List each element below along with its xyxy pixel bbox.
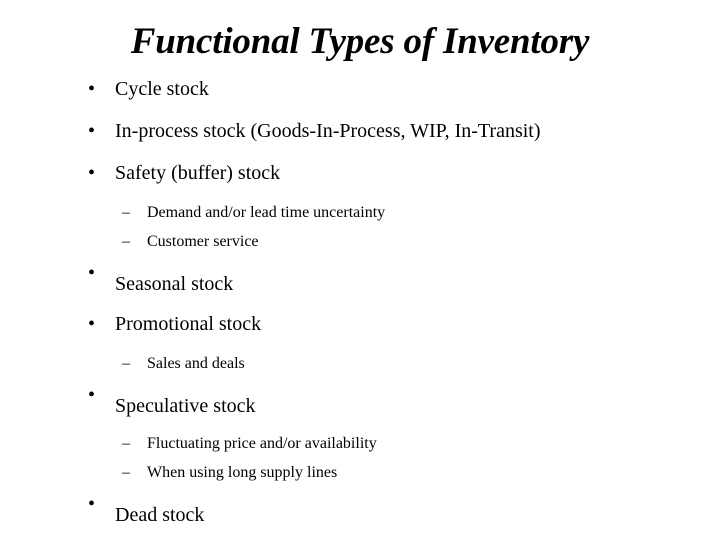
bullet-text: Promotional stock <box>115 313 262 335</box>
bullet-text: In-process stock (Goods-In-Process, WIP,… <box>115 120 541 142</box>
bullet-item-promotional-stock: • Promotional stock <box>0 313 720 355</box>
bullet-dash-icon: – <box>122 435 130 452</box>
sub-bullet-item-fluctuating-price: – Fluctuating price and/or availability <box>0 435 720 464</box>
bullet-dash-icon: – <box>122 355 130 372</box>
sub-bullet-item-demand-lead-time: – Demand and/or lead time uncertainty <box>0 204 720 233</box>
sub-bullet-text: Demand and/or lead time uncertainty <box>147 204 386 221</box>
slide-title: Functional Types of Inventory <box>130 21 590 62</box>
bullet-dot-icon: • <box>88 78 96 100</box>
bullet-text: Cycle stock <box>115 78 209 100</box>
bullet-item-safety-stock: • Safety (buffer) stock <box>0 162 720 204</box>
bullet-text: Dead stock <box>115 504 205 526</box>
sub-bullet-text: Customer service <box>147 233 259 250</box>
sub-bullet-item-customer-service: – Customer service <box>0 233 720 262</box>
bullet-dot-icon: • <box>88 262 96 284</box>
bullet-dot-icon: • <box>88 313 96 335</box>
bullet-item-dead-stock: • Dead stock <box>0 493 720 544</box>
sub-bullet-text: When using long supply lines <box>147 464 338 481</box>
bullet-dash-icon: – <box>122 233 130 250</box>
sub-bullet-text: Sales and deals <box>147 355 245 372</box>
bullet-item-speculative-stock: • Speculative stock <box>0 384 720 435</box>
sub-bullet-item-sales-and-deals: – Sales and deals <box>0 355 720 384</box>
bullet-dot-icon: • <box>88 162 96 184</box>
bullet-text: Speculative stock <box>115 395 256 417</box>
bullet-text: Seasonal stock <box>115 273 234 295</box>
bullet-dash-icon: – <box>122 464 130 481</box>
bullet-item-seasonal-stock: • Seasonal stock <box>0 262 720 313</box>
bullet-text: Safety (buffer) stock <box>115 162 281 184</box>
bullet-dash-icon: – <box>122 204 130 221</box>
sub-bullet-text: Fluctuating price and/or availability <box>147 435 377 452</box>
sub-bullet-item-long-supply-lines: – When using long supply lines <box>0 464 720 493</box>
bullet-list: • Cycle stock • In-process stock (Goods-… <box>0 78 720 544</box>
bullet-item-cycle-stock: • Cycle stock <box>0 78 720 120</box>
bullet-item-in-process-stock: • In-process stock (Goods-In-Process, WI… <box>0 120 720 162</box>
bullet-dot-icon: • <box>88 384 96 406</box>
bullet-dot-icon: • <box>88 120 96 142</box>
slide: Functional Types of Inventory • Cycle st… <box>0 0 720 540</box>
bullet-dot-icon: • <box>88 493 96 515</box>
